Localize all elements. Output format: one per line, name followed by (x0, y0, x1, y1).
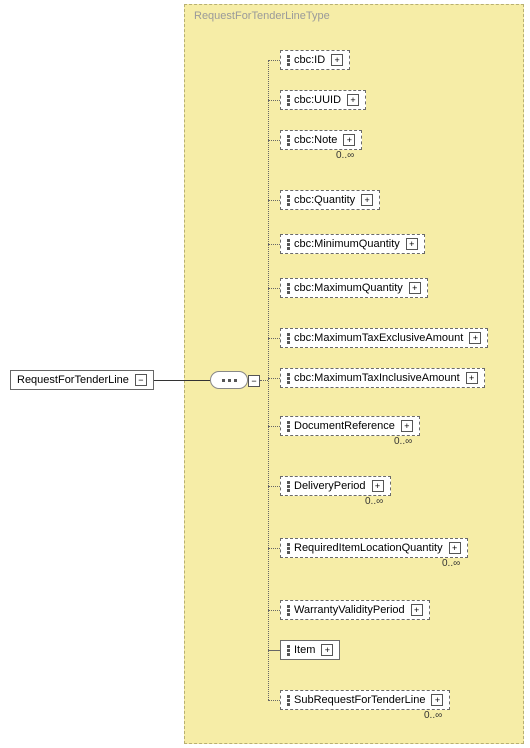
type-marker-icon (287, 695, 290, 706)
connector-root-seq (154, 380, 210, 381)
expand-icon[interactable] (321, 644, 333, 656)
expand-icon[interactable] (431, 694, 443, 706)
type-marker-icon (287, 645, 290, 656)
expand-icon[interactable] (411, 604, 423, 616)
element-box: RequiredItemLocationQuantity (280, 538, 468, 558)
connector (268, 610, 280, 611)
element-box: cbc:MaximumQuantity (280, 278, 428, 298)
element-box: Item (280, 640, 340, 660)
element-label: cbc:MaximumTaxInclusiveAmount (294, 372, 460, 384)
child-element: cbc:Quantity (268, 190, 380, 210)
type-marker-icon (287, 421, 290, 432)
cardinality-label: 0..∞ (365, 496, 383, 507)
connector (268, 244, 280, 245)
connector-seq-trunk (260, 380, 268, 381)
type-marker-icon (287, 95, 290, 106)
diagram-canvas: RequestForTenderLineType RequestForTende… (0, 0, 530, 748)
element-label: cbc:MaximumTaxExclusiveAmount (294, 332, 463, 344)
child-element: Item (268, 640, 340, 660)
connector (268, 650, 280, 651)
element-label: RequiredItemLocationQuantity (294, 542, 443, 554)
expand-icon[interactable] (331, 54, 343, 66)
element-label: cbc:Quantity (294, 194, 355, 206)
element-box: cbc:MaximumTaxInclusiveAmount (280, 368, 485, 388)
element-label: DocumentReference (294, 420, 395, 432)
type-marker-icon (287, 543, 290, 554)
child-element: cbc:ID (268, 50, 350, 70)
element-label: cbc:ID (294, 54, 325, 66)
child-element: cbc:MaximumQuantity (268, 278, 428, 298)
connector (268, 426, 280, 427)
child-element: cbc:MaximumTaxInclusiveAmount (268, 368, 485, 388)
connector (268, 60, 280, 61)
connector (268, 700, 280, 701)
connector (268, 140, 280, 141)
child-element: WarrantyValidityPeriod (268, 600, 430, 620)
element-box: cbc:Quantity (280, 190, 380, 210)
connector (268, 200, 280, 201)
sequence-compositor (210, 371, 248, 389)
element-label: Item (294, 644, 315, 656)
type-marker-icon (287, 195, 290, 206)
expand-icon[interactable] (406, 238, 418, 250)
connector (268, 288, 280, 289)
expand-icon[interactable] (248, 375, 260, 387)
expand-icon[interactable] (469, 332, 481, 344)
element-label: WarrantyValidityPeriod (294, 604, 405, 616)
expand-icon[interactable] (347, 94, 359, 106)
expand-icon[interactable] (409, 282, 421, 294)
expand-icon[interactable] (466, 372, 478, 384)
connector (268, 548, 280, 549)
child-element: cbc:MaximumTaxExclusiveAmount (268, 328, 488, 348)
element-label: DeliveryPeriod (294, 480, 366, 492)
type-marker-icon (287, 373, 290, 384)
root-element: RequestForTenderLine (10, 370, 154, 390)
type-marker-icon (287, 605, 290, 616)
connector (268, 100, 280, 101)
expand-icon[interactable] (372, 480, 384, 492)
child-element: DeliveryPeriod (268, 476, 391, 496)
type-marker-icon (287, 283, 290, 294)
root-label: RequestForTenderLine (17, 374, 129, 386)
element-box: DeliveryPeriod (280, 476, 391, 496)
expand-icon[interactable] (135, 374, 147, 386)
element-label: SubRequestForTenderLine (294, 694, 425, 706)
expand-icon[interactable] (449, 542, 461, 554)
element-box: cbc:UUID (280, 90, 366, 110)
element-box: cbc:ID (280, 50, 350, 70)
expand-icon[interactable] (343, 134, 355, 146)
type-marker-icon (287, 481, 290, 492)
type-marker-icon (287, 239, 290, 250)
element-box: DocumentReference (280, 416, 420, 436)
element-box: SubRequestForTenderLine (280, 690, 450, 710)
type-label: RequestForTenderLineType (194, 10, 330, 22)
element-label: cbc:MinimumQuantity (294, 238, 400, 250)
element-label: cbc:UUID (294, 94, 341, 106)
child-element: cbc:MinimumQuantity (268, 234, 425, 254)
element-label: cbc:MaximumQuantity (294, 282, 403, 294)
connector (268, 378, 280, 379)
child-element: DocumentReference (268, 416, 420, 436)
element-box: cbc:Note (280, 130, 362, 150)
child-element: SubRequestForTenderLine (268, 690, 450, 710)
expand-icon[interactable] (361, 194, 373, 206)
type-marker-icon (287, 135, 290, 146)
element-box: cbc:MaximumTaxExclusiveAmount (280, 328, 488, 348)
cardinality-label: 0..∞ (336, 150, 354, 161)
element-box: cbc:MinimumQuantity (280, 234, 425, 254)
child-element: cbc:Note (268, 130, 362, 150)
type-marker-icon (287, 333, 290, 344)
cardinality-label: 0..∞ (394, 436, 412, 447)
cardinality-label: 0..∞ (442, 558, 460, 569)
child-element: RequiredItemLocationQuantity (268, 538, 468, 558)
cardinality-label: 0..∞ (424, 710, 442, 721)
connector (268, 486, 280, 487)
type-marker-icon (287, 55, 290, 66)
connector (268, 338, 280, 339)
child-element: cbc:UUID (268, 90, 366, 110)
element-label: cbc:Note (294, 134, 337, 146)
expand-icon[interactable] (401, 420, 413, 432)
element-box: WarrantyValidityPeriod (280, 600, 430, 620)
